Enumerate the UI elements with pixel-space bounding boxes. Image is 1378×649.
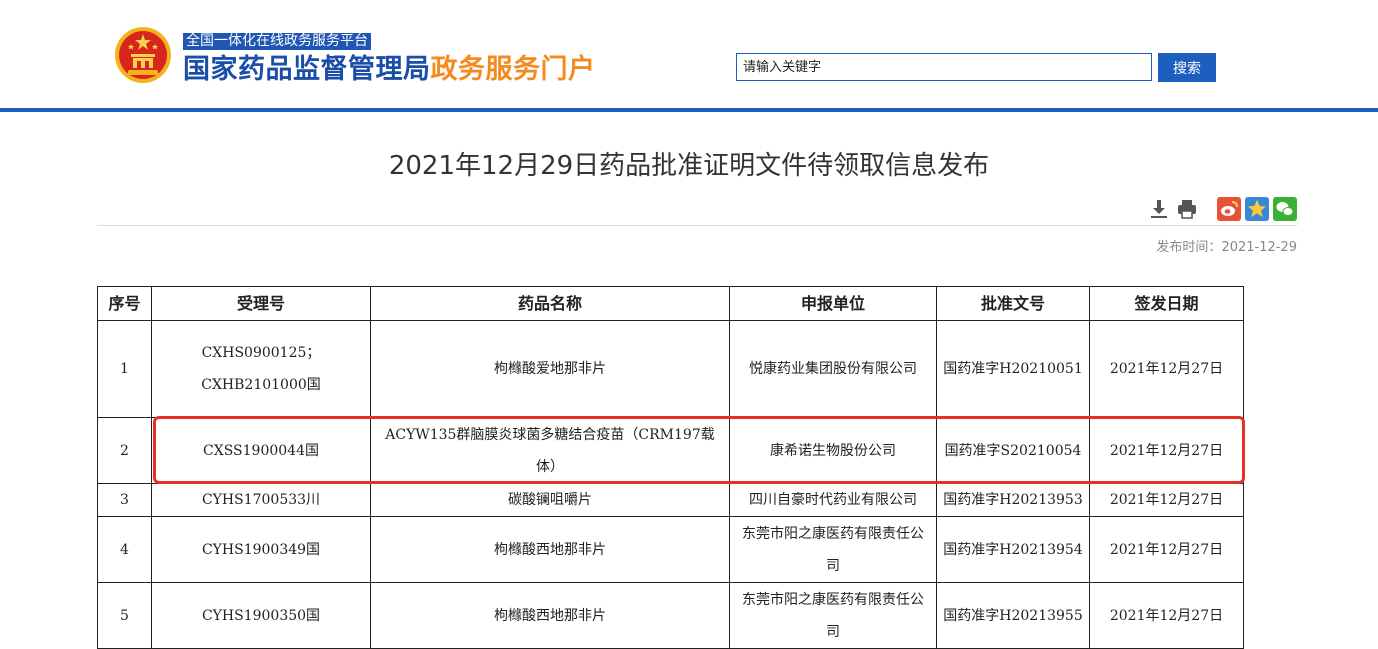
cell-acceptance-no: CXHS0900125；CXHB2101000国 xyxy=(151,320,371,418)
header-acceptance-no: 受理号 xyxy=(151,286,371,321)
cell-acceptance-no: CYHS1900350国 xyxy=(151,582,371,649)
site-title[interactable]: 国家药品监督管理局政务服务门户 xyxy=(183,53,596,87)
cell-approval-no: 国药准字H20213955 xyxy=(936,582,1090,649)
download-icon[interactable] xyxy=(1148,198,1170,220)
cell-applicant: 悦康药业集团股份有限公司 xyxy=(729,320,937,418)
site-name-portal: 政务服务门户 xyxy=(430,54,596,85)
search-button[interactable]: 搜索 xyxy=(1158,53,1216,82)
cell-acceptance-no: CYHS1900349国 xyxy=(151,516,371,583)
header-approval-no: 批准文号 xyxy=(936,286,1090,321)
article-title: 2021年12月29日药品批准证明文件待领取信息发布 xyxy=(388,151,990,181)
cell-serial: 3 xyxy=(97,483,152,517)
table-row: 1 CXHS0900125；CXHB2101000国 枸橼酸爱地那非片 悦康药业… xyxy=(97,320,1244,418)
cell-drug-name: 枸橼酸西地那非片 xyxy=(370,582,730,649)
qzone-icon[interactable] xyxy=(1245,197,1269,221)
national-emblem-icon[interactable] xyxy=(114,26,172,84)
cell-applicant: 东莞市阳之康医药有限责任公司 xyxy=(729,582,937,649)
table-header-row: 序号 受理号 药品名称 申报单位 批准文号 签发日期 xyxy=(97,286,1244,321)
cell-acceptance-no: CXSS1900044国 xyxy=(151,417,371,484)
cell-applicant: 东莞市阳之康医药有限责任公司 xyxy=(729,516,937,583)
cell-serial: 1 xyxy=(97,320,152,418)
header-issue-date: 签发日期 xyxy=(1089,286,1244,321)
cell-issue-date: 2021年12月27日 xyxy=(1089,483,1244,517)
publish-time-label: 发布时间： xyxy=(1156,240,1222,255)
site-name-agency: 国家药品监督管理局 xyxy=(183,54,431,85)
wechat-icon[interactable] xyxy=(1273,197,1297,221)
search-input[interactable] xyxy=(736,53,1152,81)
header-drug-name: 药品名称 xyxy=(370,286,730,321)
header-applicant: 申报单位 xyxy=(729,286,937,321)
header-serial: 序号 xyxy=(97,286,152,321)
cell-approval-no: 国药准字H20213953 xyxy=(936,483,1090,517)
platform-tag[interactable]: 全国一体化在线政务服务平台 xyxy=(183,33,371,50)
title-divider xyxy=(97,225,1297,226)
table-row: 5 CYHS1900350国 枸橼酸西地那非片 东莞市阳之康医药有限责任公司 国… xyxy=(97,582,1244,649)
cell-applicant: 四川自豪时代药业有限公司 xyxy=(729,483,937,517)
table-row: 2 CXSS1900044国 ACYW135群脑膜炎球菌多糖结合疫苗（CRM19… xyxy=(97,417,1244,484)
cell-issue-date: 2021年12月27日 xyxy=(1089,320,1244,418)
publish-time: 发布时间：2021-12-29 xyxy=(1156,236,1297,255)
cell-drug-name: 碳酸镧咀嚼片 xyxy=(370,483,730,517)
table-row: 3 CYHS1700533川 碳酸镧咀嚼片 四川自豪时代药业有限公司 国药准字H… xyxy=(97,483,1244,517)
cell-serial: 2 xyxy=(97,417,152,484)
cell-applicant: 康希诺生物股份公司 xyxy=(729,417,937,484)
cell-approval-no: 国药准字H20210051 xyxy=(936,320,1090,418)
approval-table: 序号 受理号 药品名称 申报单位 批准文号 签发日期 1 CXHS0900125… xyxy=(97,286,1244,649)
weibo-icon[interactable] xyxy=(1217,197,1241,221)
cell-issue-date: 2021年12月27日 xyxy=(1089,417,1244,484)
cell-acceptance-no: CYHS1700533川 xyxy=(151,483,371,517)
cell-drug-name: ACYW135群脑膜炎球菌多糖结合疫苗（CRM197载体） xyxy=(370,417,730,484)
cell-serial: 4 xyxy=(97,516,152,583)
cell-drug-name: 枸橼酸爱地那非片 xyxy=(370,320,730,418)
site-header: 全国一体化在线政务服务平台 国家药品监督管理局政务服务门户 搜索 xyxy=(0,0,1378,112)
cell-issue-date: 2021年12月27日 xyxy=(1089,516,1244,583)
cell-issue-date: 2021年12月27日 xyxy=(1089,582,1244,649)
cell-approval-no: 国药准字H20213954 xyxy=(936,516,1090,583)
publish-time-value: 2021-12-29 xyxy=(1221,240,1297,255)
cell-approval-no: 国药准字S20210054 xyxy=(936,417,1090,484)
print-icon[interactable] xyxy=(1176,198,1198,220)
cell-drug-name: 枸橼酸西地那非片 xyxy=(370,516,730,583)
cell-serial: 5 xyxy=(97,582,152,649)
table-row: 4 CYHS1900349国 枸橼酸西地那非片 东莞市阳之康医药有限责任公司 国… xyxy=(97,516,1244,583)
